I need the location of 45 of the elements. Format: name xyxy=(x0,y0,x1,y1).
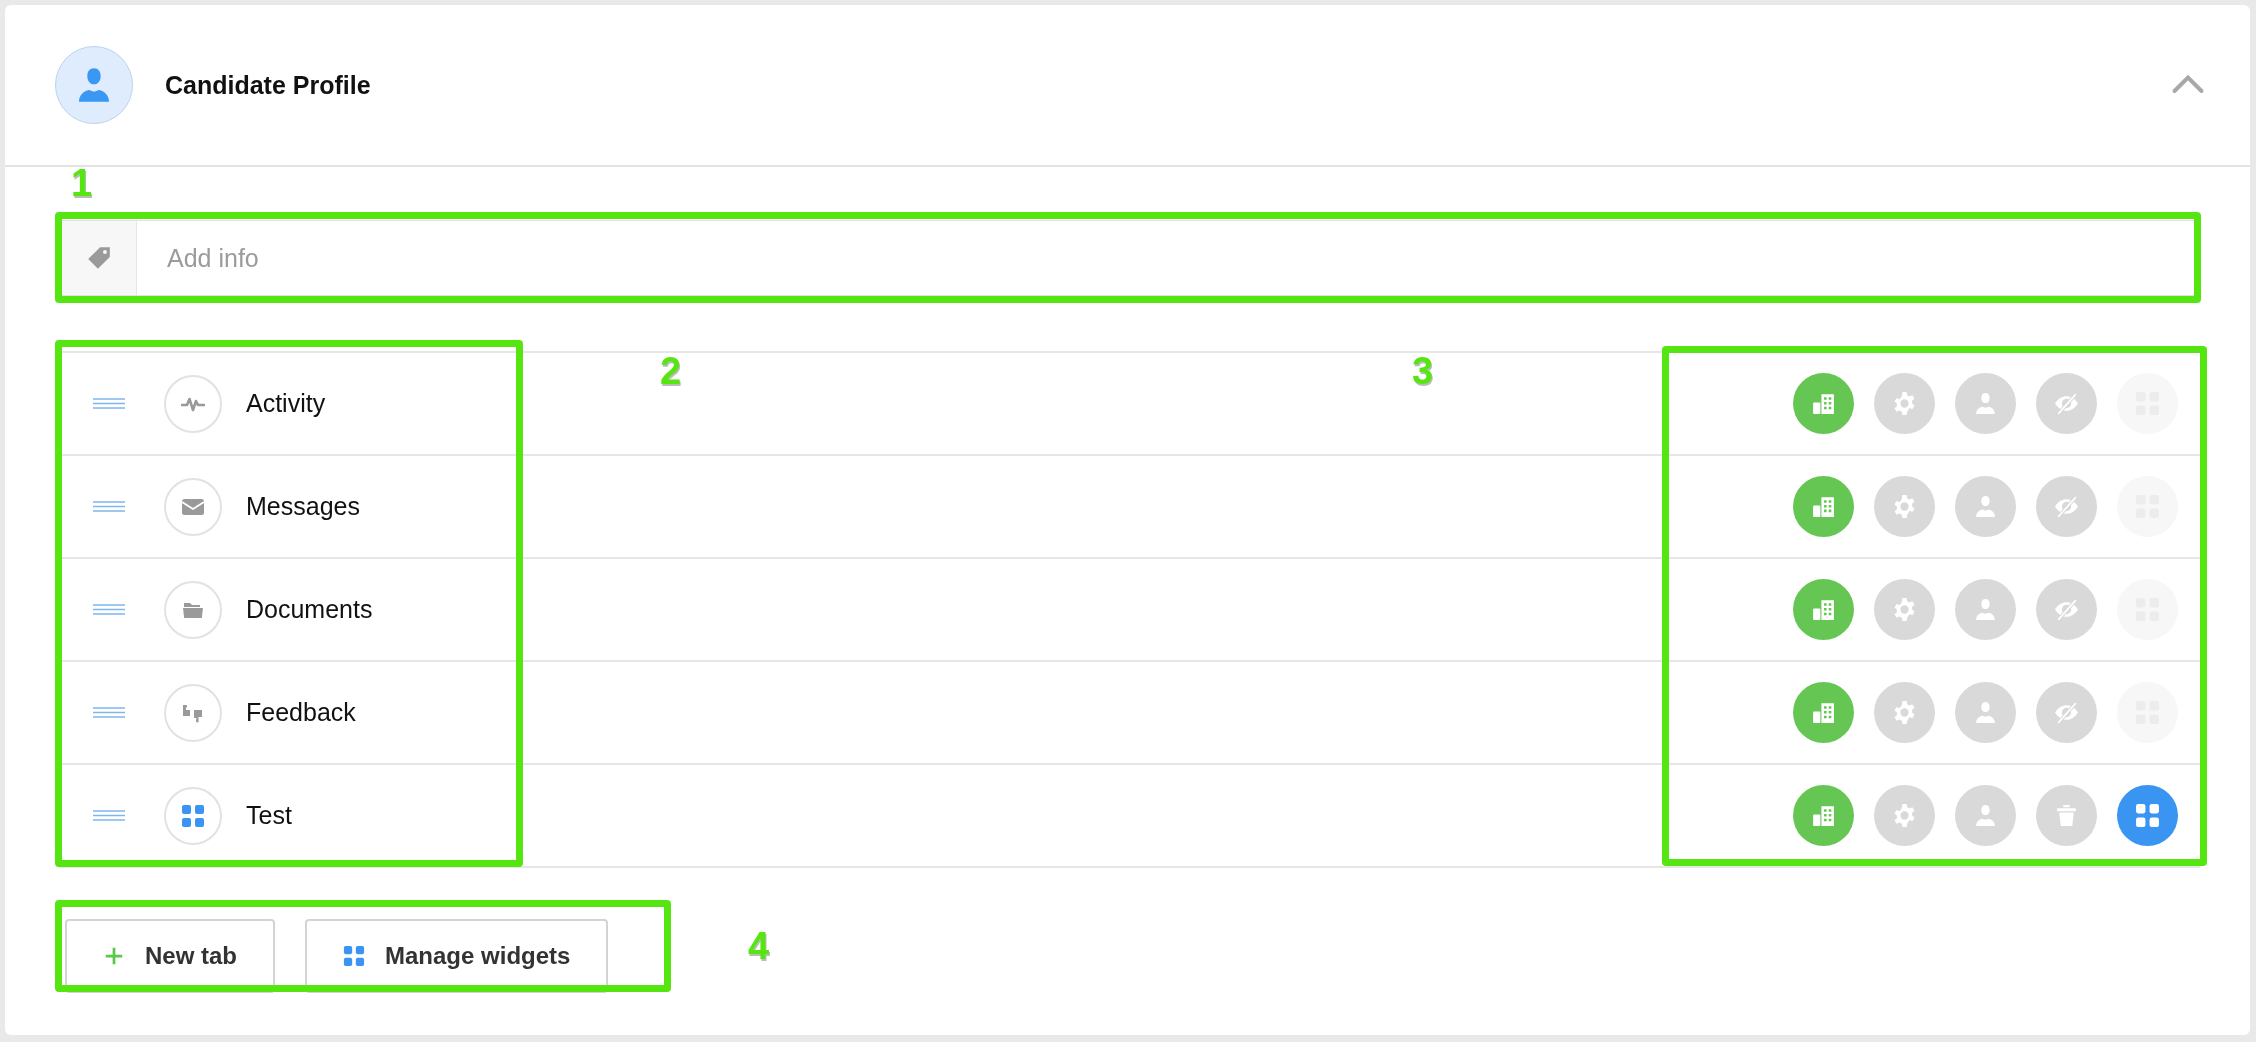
building-icon xyxy=(1811,700,1836,725)
settings-icon xyxy=(1892,494,1917,519)
settings-icon xyxy=(1892,597,1917,622)
hidden-eye-icon xyxy=(2054,391,2079,416)
person-icon xyxy=(1973,494,1998,519)
plus-icon xyxy=(103,945,125,967)
drag-handle[interactable] xyxy=(93,500,125,513)
drag-handle[interactable] xyxy=(93,397,125,410)
annotation-number: 4 xyxy=(748,925,770,968)
widgets-icon xyxy=(181,803,205,828)
toggle-button[interactable] xyxy=(1793,579,1854,640)
person-icon xyxy=(1973,597,1998,622)
trash-icon xyxy=(2054,803,2079,828)
building-icon xyxy=(1811,391,1836,416)
annotation-number: 2 xyxy=(660,350,682,393)
widgets-icon xyxy=(2135,803,2160,828)
building-icon xyxy=(1811,803,1836,828)
building-icon xyxy=(1811,597,1836,622)
toggle-button[interactable] xyxy=(1793,682,1854,743)
tab-name: Messages xyxy=(246,492,360,521)
toggle-button[interactable] xyxy=(1793,785,1854,846)
person-icon xyxy=(1973,700,1998,725)
person-icon xyxy=(1973,391,1998,416)
annotation-number: 3 xyxy=(1412,350,1434,393)
building-icon xyxy=(1811,494,1836,519)
hidden-eye-icon xyxy=(2054,597,2079,622)
section-title: Candidate Profile xyxy=(165,70,371,100)
settings-icon xyxy=(1892,391,1917,416)
hidden-eye-icon xyxy=(2054,494,2079,519)
drag-handle[interactable] xyxy=(93,706,125,719)
hidden-eye-icon xyxy=(2054,700,2079,725)
drag-handle[interactable] xyxy=(93,603,125,616)
settings-icon xyxy=(1892,700,1917,725)
person-icon xyxy=(1973,803,1998,828)
tab-name: Test xyxy=(246,801,292,830)
tab-name: Activity xyxy=(246,389,326,418)
tab-name: Feedback xyxy=(246,698,356,727)
drag-handle[interactable] xyxy=(93,809,125,822)
annotation-number: 1 xyxy=(71,162,93,205)
toggle-button[interactable] xyxy=(1793,373,1854,434)
tab-name: Documents xyxy=(246,595,373,624)
toggle-button[interactable] xyxy=(2117,785,2178,846)
toggle-button[interactable] xyxy=(1793,476,1854,537)
widgets-icon xyxy=(343,945,365,967)
settings-icon xyxy=(1892,803,1917,828)
